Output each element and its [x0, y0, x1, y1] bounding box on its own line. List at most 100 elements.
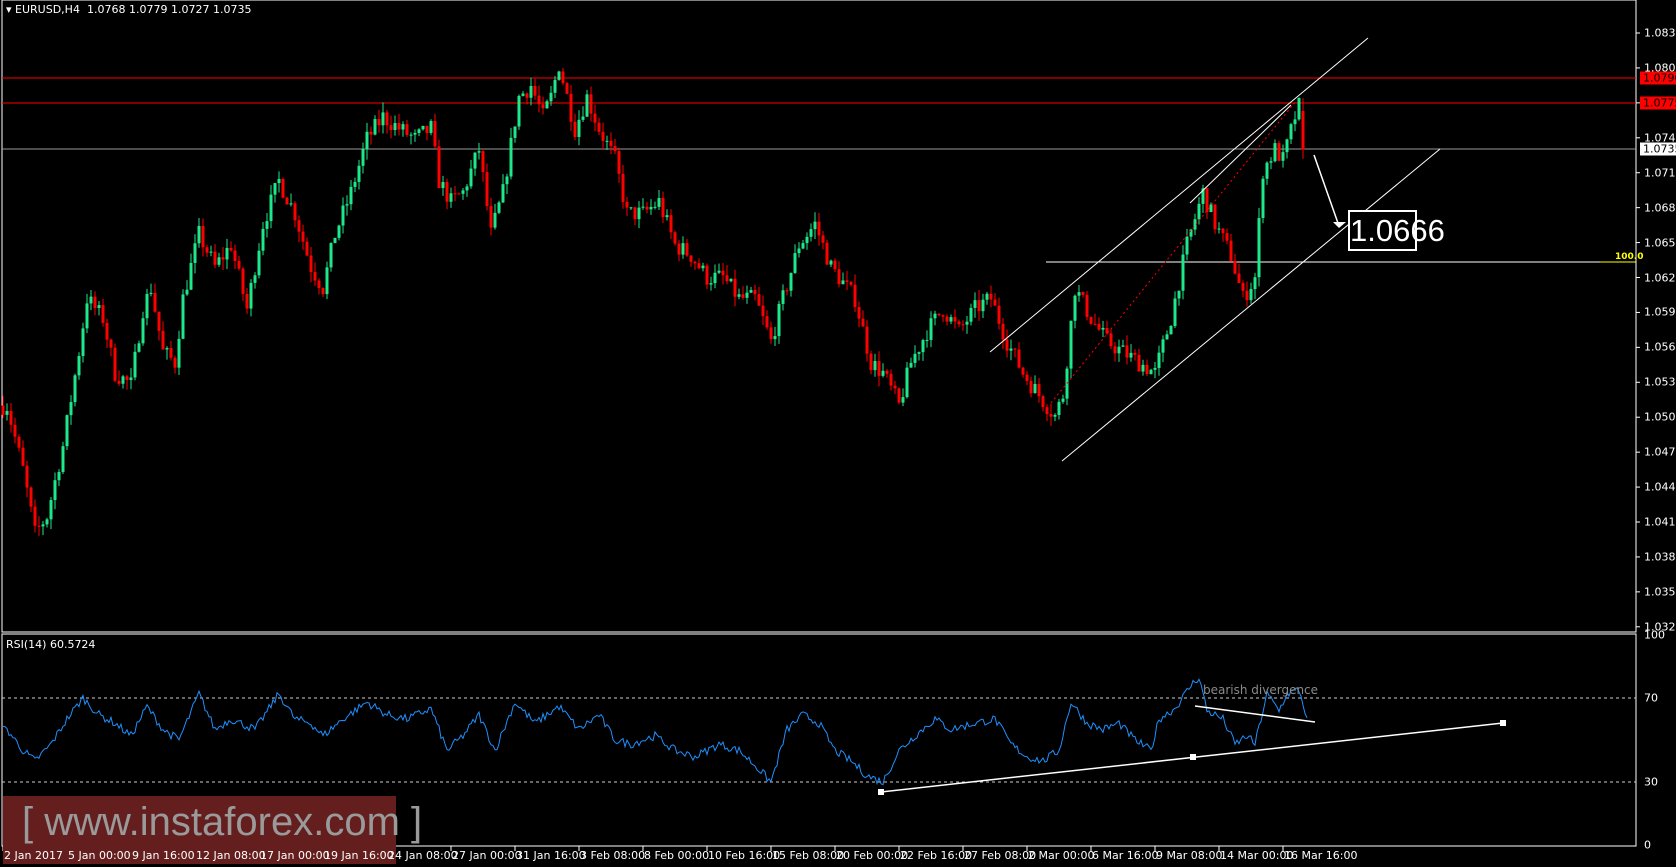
candle-body [697, 263, 701, 269]
target-price-label[interactable]: 1.0666 [1348, 210, 1445, 251]
candle-body [413, 132, 417, 135]
rsi-tick-label: 100 [1644, 628, 1665, 642]
candle-body [537, 95, 541, 105]
candle-body [813, 221, 817, 230]
candle-body [405, 124, 409, 135]
candle-body [1053, 414, 1057, 417]
candle-body [933, 313, 937, 319]
candle-body [653, 206, 657, 208]
candle-body [1129, 352, 1133, 358]
divergence-line[interactable] [1194, 705, 1316, 723]
candle-body [461, 190, 465, 194]
price-tag-resistance-1: 1.0796 [1640, 71, 1676, 85]
candle-body [381, 112, 385, 126]
candle-body [489, 206, 493, 228]
candle-body [905, 367, 909, 398]
candle-body [557, 71, 561, 80]
candle-body [1189, 229, 1193, 237]
candle-body [1261, 178, 1265, 218]
trendline-handle[interactable] [1500, 720, 1506, 726]
candle-body [569, 93, 573, 122]
candle-body [317, 280, 321, 289]
candle-body [89, 296, 93, 304]
candle-body [313, 272, 317, 281]
candles [1, 67, 1305, 536]
candle-body [33, 506, 37, 526]
candle-body [957, 321, 961, 325]
candle-body [777, 303, 781, 337]
price-tag-level: 100.0 [1615, 252, 1644, 262]
rsi-indicator-label: RSI(14) 60.5724 [6, 638, 96, 651]
candle-body [149, 292, 153, 294]
candle-body [309, 255, 313, 273]
candle-body [197, 225, 201, 244]
candle-body [237, 260, 241, 269]
candle-body [1081, 292, 1085, 295]
candle-body [757, 294, 761, 306]
candle-body [1037, 383, 1041, 397]
trendline-handle[interactable] [1190, 754, 1196, 760]
price-tick-label: 1.0595 [1644, 305, 1676, 319]
candle-body [673, 232, 677, 244]
candle-body [885, 370, 889, 374]
trendline-handle[interactable] [878, 789, 884, 795]
candle-body [253, 275, 257, 283]
candle-body [153, 292, 157, 312]
candle-body [853, 284, 857, 308]
candle-body [749, 290, 753, 293]
candle-body [137, 343, 141, 352]
candle-body [525, 93, 529, 98]
price-tick-label: 1.0535 [1644, 375, 1676, 389]
candle-body [1221, 228, 1225, 234]
candle-body [133, 351, 137, 378]
price-chart[interactable] [0, 0, 1676, 867]
candle-body [549, 92, 553, 102]
candle-body [713, 272, 717, 284]
candle-body [1273, 143, 1277, 162]
candle-body [289, 203, 293, 205]
candle-body [605, 140, 609, 142]
collapse-triangle-icon[interactable]: ▾ [6, 3, 15, 16]
candle-body [417, 129, 421, 133]
time-tick-label: 14 Mar 00:00 [1220, 849, 1294, 862]
price-tick-label: 1.0415 [1644, 515, 1676, 529]
candle-body [769, 327, 773, 340]
candle-body [13, 424, 17, 437]
candle-body [937, 313, 941, 316]
candle-body [737, 294, 741, 297]
time-tick-label: 19 Jan 16:00 [324, 849, 394, 862]
candle-body [453, 193, 457, 195]
candle-body [729, 278, 733, 282]
target-arrow-line[interactable] [1313, 154, 1340, 227]
candle-body [825, 242, 829, 265]
chart-header: ▾ EURUSD,H4 1.0768 1.0779 1.0727 1.0735 [6, 3, 251, 16]
ohlc-high: 1.0779 [128, 3, 168, 16]
candle-body [661, 198, 665, 218]
candle-body [849, 281, 853, 285]
time-tick-label: 9 Jan 16:00 [132, 849, 195, 862]
price-tick-label: 1.0445 [1644, 480, 1676, 494]
candle-body [529, 85, 533, 98]
candle-body [1161, 339, 1165, 353]
candle-body [1145, 364, 1149, 375]
bearish-divergence-annotation[interactable]: bearish divergence [1203, 683, 1318, 697]
candle-body [1093, 323, 1097, 325]
candle-body [217, 257, 221, 265]
candle-body [77, 356, 81, 376]
price-tick-label: 1.0505 [1644, 410, 1676, 424]
ohlc-open: 1.0768 [86, 3, 126, 16]
candle-body [1077, 292, 1081, 296]
candle-body [393, 123, 397, 131]
candle-body [1041, 396, 1045, 408]
candle-body [1009, 348, 1013, 351]
candle-body [997, 305, 1001, 324]
candle-body [1029, 380, 1033, 394]
channel-lower-line[interactable] [1061, 148, 1441, 462]
candle-body [1021, 367, 1025, 375]
candle-body [733, 278, 737, 297]
candle-body [845, 280, 849, 282]
candle-body [617, 151, 621, 174]
rsi-tick-label: 30 [1644, 775, 1658, 789]
arrow-head-icon [1333, 222, 1346, 228]
watermark-text: [ www.instaforex.com ] [22, 800, 423, 844]
